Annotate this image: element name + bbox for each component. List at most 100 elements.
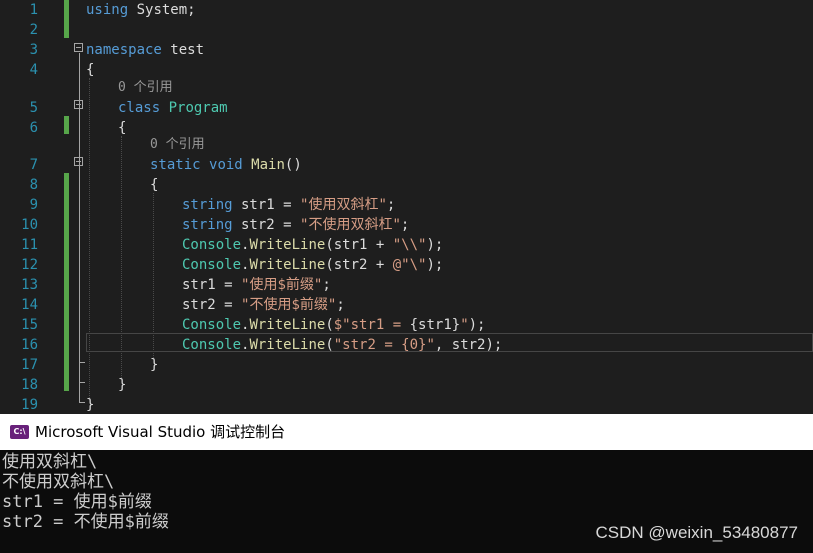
- code-line[interactable]: 15 Console.WriteLine($"str1 = {str1}");: [0, 315, 813, 335]
- code-text: str1 = "使用$前缀";: [182, 275, 331, 295]
- line-number: 2: [29, 22, 38, 38]
- code-text: str2 = "不使用$前缀";: [182, 295, 345, 315]
- code-token: }: [86, 397, 95, 413]
- code-token: WriteLine: [249, 317, 326, 333]
- code-line[interactable]: 6{: [0, 118, 813, 138]
- code-token: void: [209, 157, 243, 173]
- line-number: 4: [29, 62, 38, 78]
- code-text: Console.WriteLine(str1 + "\\");: [182, 235, 443, 255]
- code-token: namespace: [86, 42, 162, 58]
- code-token: "使用$前缀": [241, 277, 323, 293]
- code-token: Console: [182, 257, 242, 273]
- code-token: );: [426, 257, 444, 273]
- code-text: class Program: [118, 98, 228, 118]
- code-token: string: [182, 217, 233, 233]
- code-token: "str2 = {0}": [333, 337, 435, 353]
- code-token: str2 =: [232, 217, 301, 233]
- code-token: WriteLine: [249, 337, 326, 353]
- code-line[interactable]: 10 string str2 = "不使用双斜杠";: [0, 215, 813, 235]
- code-text: string str1 = "使用双斜杠";: [182, 195, 395, 215]
- code-line[interactable]: 17}: [0, 355, 813, 375]
- code-line[interactable]: 2: [0, 20, 813, 40]
- code-text: Console.WriteLine(str2 + @"\");: [182, 255, 443, 275]
- line-number: 19: [21, 397, 38, 413]
- code-token: {: [118, 120, 127, 136]
- code-token: Console: [182, 337, 242, 353]
- code-token: System;: [128, 2, 196, 18]
- code-token: str2 =: [182, 297, 242, 313]
- code-text: }: [150, 355, 158, 375]
- console-line: 使用双斜杠\: [2, 452, 98, 472]
- code-token: "使用双斜杠": [300, 197, 387, 213]
- line-number: 9: [29, 197, 38, 213]
- code-token: ;: [322, 277, 331, 293]
- code-text: Console.WriteLine($"str1 = {str1}");: [182, 315, 485, 335]
- code-token: {str1}: [409, 317, 461, 333]
- code-token: , str2);: [434, 337, 503, 353]
- watermark: CSDN @weixin_53480877: [595, 523, 798, 542]
- code-line[interactable]: 13 str1 = "使用$前缀";: [0, 275, 813, 295]
- code-text: using System;: [86, 0, 196, 20]
- code-line[interactable]: 5 class Program: [0, 98, 813, 118]
- code-token: );: [426, 237, 444, 253]
- line-number: 5: [29, 100, 38, 116]
- line-number: 12: [21, 257, 38, 273]
- codelens-references[interactable]: 0 个引用: [150, 136, 205, 154]
- code-token: ": [460, 317, 469, 333]
- line-number: 1: [29, 2, 38, 18]
- line-number: 13: [21, 277, 38, 293]
- code-text: string str2 = "不使用双斜杠";: [182, 215, 409, 235]
- code-text: namespace test: [86, 40, 204, 60]
- code-token: @"\": [392, 257, 427, 273]
- code-token: (str2 +: [325, 257, 393, 273]
- line-number: 6: [29, 120, 38, 136]
- code-token: "不使用$前缀": [241, 297, 337, 313]
- code-line[interactable]: 8{: [0, 175, 813, 195]
- code-token: WriteLine: [249, 257, 326, 273]
- line-number: 3: [29, 42, 38, 58]
- code-token: WriteLine: [249, 237, 326, 253]
- line-number: 8: [29, 177, 38, 193]
- code-editor[interactable]: 0 个引用 0 个引用 1 using System; 2 3 namespace te…: [0, 0, 813, 414]
- code-line[interactable]: 4{: [0, 60, 813, 80]
- code-line[interactable]: 3 namespace test: [0, 40, 813, 60]
- line-number: 14: [21, 297, 38, 313]
- code-token: Program: [168, 100, 228, 116]
- code-token: );: [468, 317, 486, 333]
- console-line: str2 = 不使用$前缀: [2, 512, 169, 532]
- code-text: }: [86, 395, 94, 414]
- code-token: Main: [251, 157, 285, 173]
- code-line[interactable]: 19}: [0, 395, 813, 414]
- console-app-icon: C:\: [10, 425, 29, 439]
- code-token: (: [325, 337, 334, 353]
- code-line[interactable]: 7 static void Main(): [0, 155, 813, 175]
- code-token: (str1 +: [325, 237, 393, 253]
- code-token: "不使用双斜杠": [300, 217, 401, 233]
- code-text: {: [86, 60, 94, 80]
- code-line[interactable]: 11 Console.WriteLine(str1 + "\\");: [0, 235, 813, 255]
- code-token: string: [182, 197, 233, 213]
- code-line[interactable]: 12 Console.WriteLine(str2 + @"\");: [0, 255, 813, 275]
- console-window-title: Microsoft Visual Studio 调试控制台: [35, 423, 286, 441]
- code-line[interactable]: 16 Console.WriteLine("str2 = {0}", str2);: [0, 335, 813, 355]
- code-token: class: [118, 100, 161, 116]
- line-number: 16: [21, 337, 38, 353]
- code-token: str1 =: [182, 277, 242, 293]
- code-token: using: [86, 2, 129, 18]
- code-line[interactable]: 9 string str1 = "使用双斜杠";: [0, 195, 813, 215]
- code-line[interactable]: 14 str2 = "不使用$前缀";: [0, 295, 813, 315]
- code-line[interactable]: 18}: [0, 375, 813, 395]
- code-token: static: [150, 157, 201, 173]
- code-token: ;: [400, 217, 410, 233]
- codelens-references[interactable]: 0 个引用: [118, 79, 173, 97]
- code-token: $"str1 =: [333, 317, 410, 333]
- line-number: 10: [21, 217, 38, 233]
- line-number: 17: [21, 357, 38, 373]
- code-token: (: [325, 317, 334, 333]
- code-line[interactable]: 1 using System;: [0, 0, 813, 20]
- code-token: ;: [386, 197, 396, 213]
- code-text: {: [150, 175, 158, 195]
